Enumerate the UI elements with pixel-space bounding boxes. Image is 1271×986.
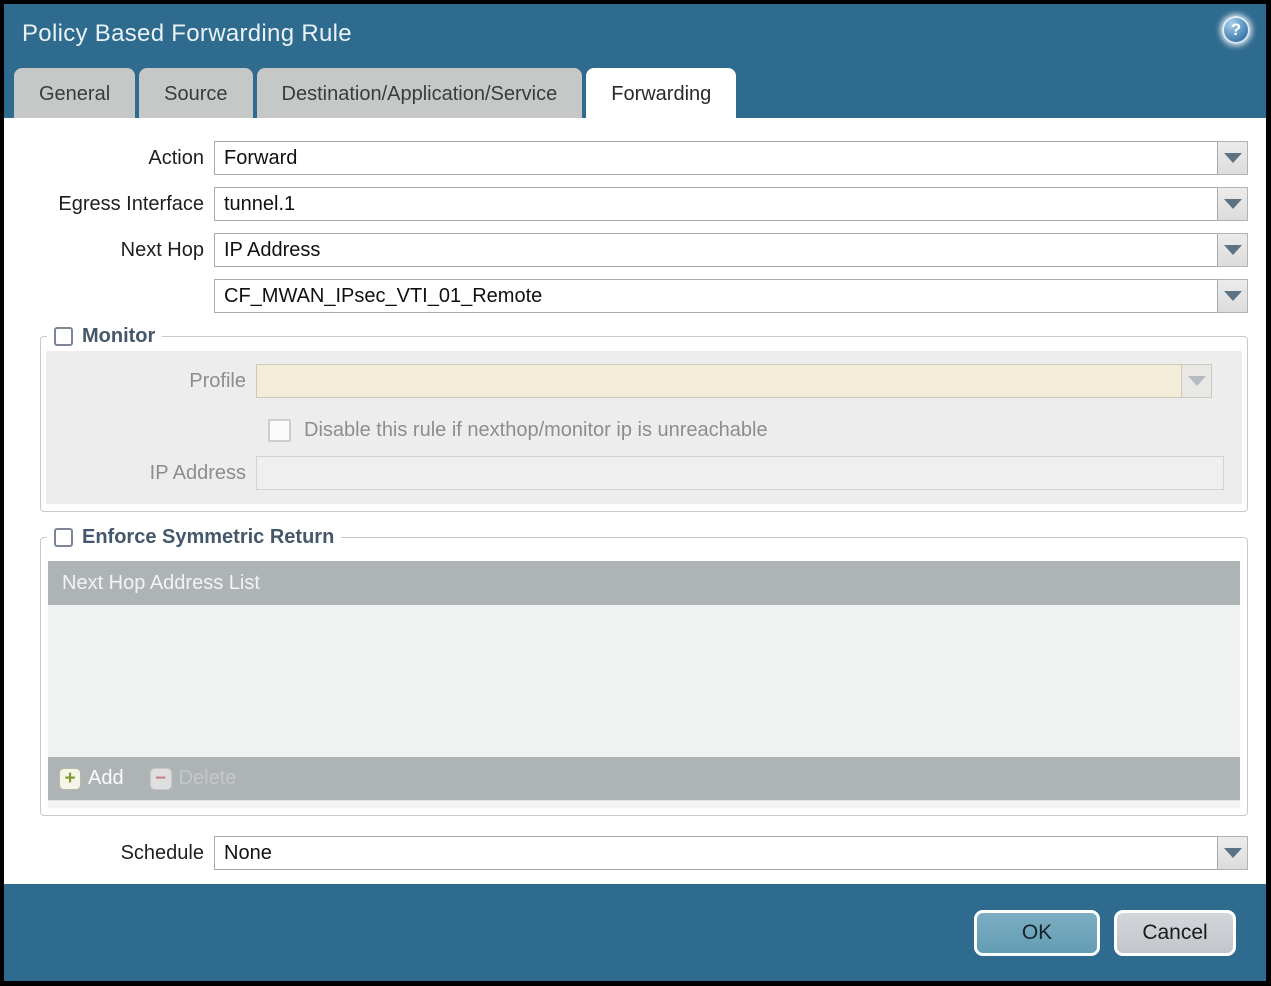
help-icon[interactable]: ? xyxy=(1222,16,1250,44)
monitor-fieldset: Monitor Profile Disable this rule if nex… xyxy=(40,325,1248,512)
minus-icon: − xyxy=(149,767,172,790)
chevron-down-icon xyxy=(1223,291,1242,301)
ok-button[interactable]: OK xyxy=(974,909,1100,956)
add-button-label: Add xyxy=(88,767,124,789)
monitor-checkbox[interactable] xyxy=(54,327,73,346)
monitor-ip-address-label: IP Address xyxy=(149,461,246,484)
dialog-titlebar: Policy Based Forwarding Rule ? xyxy=(4,4,1266,68)
action-dropdown-button[interactable] xyxy=(1218,141,1248,175)
next-hop-type-select[interactable]: IP Address xyxy=(214,233,1218,267)
schedule-select[interactable]: None xyxy=(214,836,1218,870)
tab-destination-application-service[interactable]: Destination/Application/Service xyxy=(256,68,583,118)
tab-general[interactable]: General xyxy=(14,68,136,118)
pbf-rule-dialog: Policy Based Forwarding Rule ? General S… xyxy=(4,4,1266,981)
schedule-row: Schedule None xyxy=(4,836,1266,870)
monitor-ip-address-input xyxy=(256,456,1224,490)
next-hop-address-list-header: Next Hop Address List xyxy=(48,561,1240,605)
table-action-bar: + Add − Delete xyxy=(48,757,1240,800)
chevron-down-icon xyxy=(1223,153,1242,163)
next-hop-label: Next Hop xyxy=(120,238,204,261)
action-select[interactable]: Forward xyxy=(214,141,1218,175)
monitor-legend-label: Monitor xyxy=(82,325,156,347)
chevron-down-icon xyxy=(1223,848,1242,858)
enforce-symmetric-return-legend: Enforce Symmetric Return xyxy=(47,526,341,549)
tab-forwarding[interactable]: Forwarding xyxy=(586,68,737,118)
enforce-symmetric-return-legend-label: Enforce Symmetric Return xyxy=(82,526,335,548)
table-scrollbar-track[interactable] xyxy=(48,800,1240,808)
cancel-button[interactable]: Cancel xyxy=(1114,909,1236,956)
delete-button: − Delete xyxy=(149,767,237,790)
profile-select xyxy=(256,364,1182,398)
next-hop-address-list-body[interactable] xyxy=(48,605,1240,757)
chevron-down-icon xyxy=(1187,376,1206,386)
next-hop-row: Next Hop IP Address xyxy=(4,233,1266,267)
next-hop-address-row: CF_MWAN_IPsec_VTI_01_Remote xyxy=(4,279,1266,313)
egress-interface-select[interactable]: tunnel.1 xyxy=(214,187,1218,221)
chevron-down-icon xyxy=(1223,199,1242,209)
add-button[interactable]: + Add xyxy=(59,767,124,790)
disable-rule-label: Disable this rule if nexthop/monitor ip … xyxy=(304,418,768,441)
monitor-profile-row: Profile xyxy=(46,364,1242,398)
schedule-dropdown-button[interactable] xyxy=(1218,836,1248,870)
tab-panel-forwarding: Action Forward Egress Interface tunnel.1… xyxy=(4,118,1266,884)
monitor-ip-address-row: IP Address xyxy=(46,456,1242,490)
next-hop-address-list-table: Next Hop Address List + Add − Delete xyxy=(48,561,1240,808)
enforce-symmetric-return-checkbox[interactable] xyxy=(54,528,73,547)
dialog-title: Policy Based Forwarding Rule xyxy=(22,20,352,47)
egress-interface-row: Egress Interface tunnel.1 xyxy=(4,187,1266,221)
next-hop-dropdown-button[interactable] xyxy=(1218,233,1248,267)
schedule-label: Schedule xyxy=(120,841,204,864)
tab-source[interactable]: Source xyxy=(139,68,253,118)
next-hop-address-dropdown-button[interactable] xyxy=(1218,279,1248,313)
enforce-symmetric-return-fieldset: Enforce Symmetric Return Next Hop Addres… xyxy=(40,526,1248,816)
disable-rule-checkbox xyxy=(268,418,291,442)
tab-bar: General Source Destination/Application/S… xyxy=(4,68,1266,118)
egress-interface-dropdown-button[interactable] xyxy=(1218,187,1248,221)
chevron-down-icon xyxy=(1223,245,1242,255)
profile-dropdown-button xyxy=(1182,364,1212,398)
plus-icon: + xyxy=(59,767,81,790)
profile-label: Profile xyxy=(189,369,246,392)
dialog-footer: OK Cancel xyxy=(4,884,1266,981)
egress-interface-label: Egress Interface xyxy=(58,192,204,215)
delete-button-label: Delete xyxy=(178,767,237,789)
monitor-legend: Monitor xyxy=(47,325,162,348)
monitor-panel: Profile Disable this rule if nexthop/mon… xyxy=(46,351,1242,504)
next-hop-address-select[interactable]: CF_MWAN_IPsec_VTI_01_Remote xyxy=(214,279,1218,313)
monitor-disable-rule-row: Disable this rule if nexthop/monitor ip … xyxy=(268,410,1242,450)
action-label: Action xyxy=(148,146,204,169)
action-row: Action Forward xyxy=(4,141,1266,175)
